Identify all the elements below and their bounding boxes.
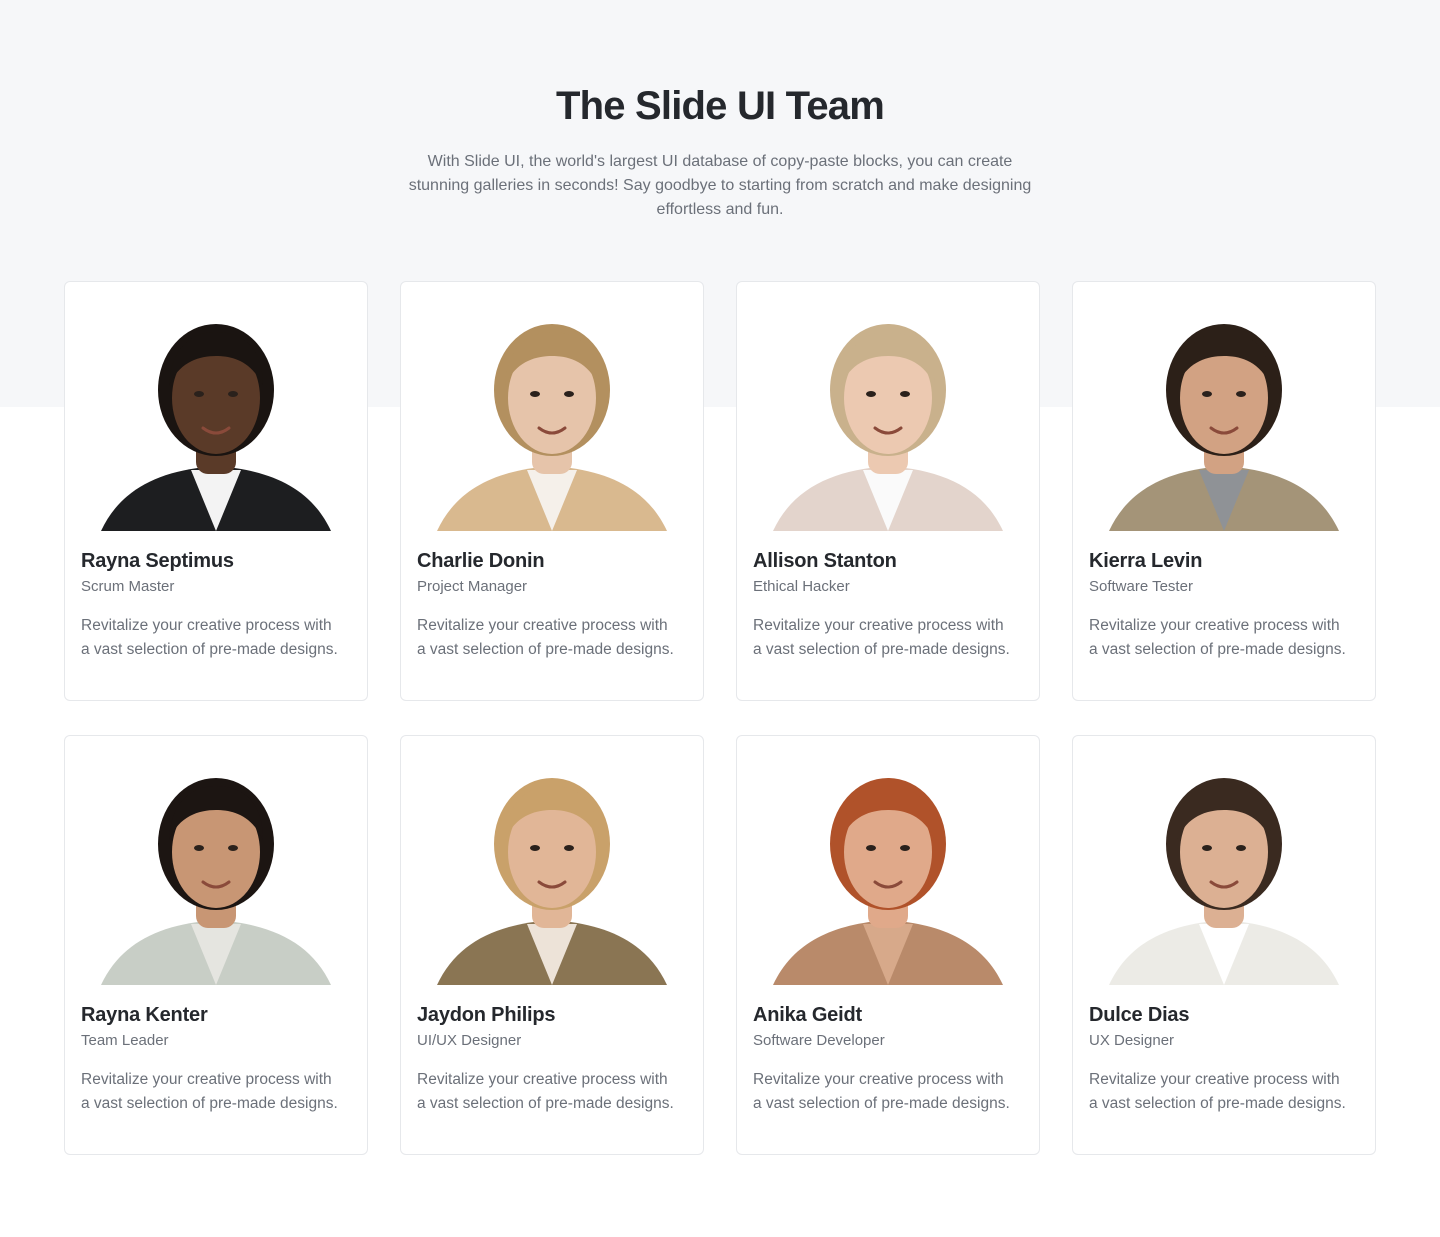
member-description: Revitalize your creative process with a … (81, 617, 338, 658)
member-role: UX Designer (1089, 1032, 1175, 1049)
team-grid: Rayna Septimus Scrum Master Revitalize you… (64, 281, 1376, 1155)
member-description: Revitalize your creative process with a … (753, 617, 1010, 658)
member-role: Project Manager (417, 578, 528, 595)
member-name: Charlie Donin (417, 550, 545, 572)
member-description: Revitalize your creative process with a … (753, 1071, 1010, 1112)
member-role: Software Developer (753, 1032, 885, 1049)
portrait-photo (753, 298, 1023, 531)
section-header: The Slide UI Team With Slide UI, the wor… (0, 80, 1440, 222)
team-card: Rayna Kenter Team Leader Revitalize your c… (64, 735, 368, 1155)
team-card: Anika Geidt Software Developer Revitalize … (736, 735, 1040, 1155)
page-subtitle: With Slide UI, the world's largest UI da… (408, 153, 1032, 218)
member-description: Revitalize your creative process with a … (417, 1071, 674, 1112)
portrait-photo (81, 298, 351, 531)
member-role: Ethical Hacker (753, 578, 850, 595)
member-role: Software Tester (1089, 578, 1193, 595)
member-name: Allison Stanton (753, 550, 897, 572)
team-card: Kierra Levin Software Tester Revitalize yo… (1072, 281, 1376, 701)
member-role: UI/UX Designer (417, 1032, 522, 1049)
member-name: Anika Geidt (753, 1004, 862, 1026)
member-description: Revitalize your creative process with a … (81, 1071, 338, 1112)
team-card: Rayna Septimus Scrum Master Revitalize you… (64, 281, 368, 701)
member-name: Kierra Levin (1089, 550, 1203, 572)
portrait-photo (1089, 298, 1359, 531)
member-role: Scrum Master (81, 578, 175, 595)
team-card: Charlie Donin Project Manager Revitalize y… (400, 281, 704, 701)
portrait-photo (1089, 752, 1359, 985)
member-description: Revitalize your creative process with a … (417, 617, 674, 658)
member-name: Rayna Kenter (81, 1004, 208, 1026)
portrait-photo (417, 298, 687, 531)
portrait-photo (753, 752, 1023, 985)
member-role: Team Leader (81, 1032, 169, 1049)
team-card: Jaydon Philips UI/UX Designer Revitalize y… (400, 735, 704, 1155)
member-description: Revitalize your creative process with a … (1089, 617, 1346, 658)
member-name: Dulce Dias (1089, 1004, 1190, 1026)
member-name: Jaydon Philips (417, 1004, 556, 1026)
team-card: Allison Stanton Ethical Hacker Revitalize … (736, 281, 1040, 701)
portrait-photo (417, 752, 687, 985)
portrait-photo (81, 752, 351, 985)
team-card: Dulce Dias UX Designer Revitalize your cre… (1072, 735, 1376, 1155)
member-description: Revitalize your creative process with a … (1089, 1071, 1346, 1112)
member-name: Rayna Septimus (81, 550, 234, 572)
page-title: The Slide UI Team (556, 84, 885, 128)
